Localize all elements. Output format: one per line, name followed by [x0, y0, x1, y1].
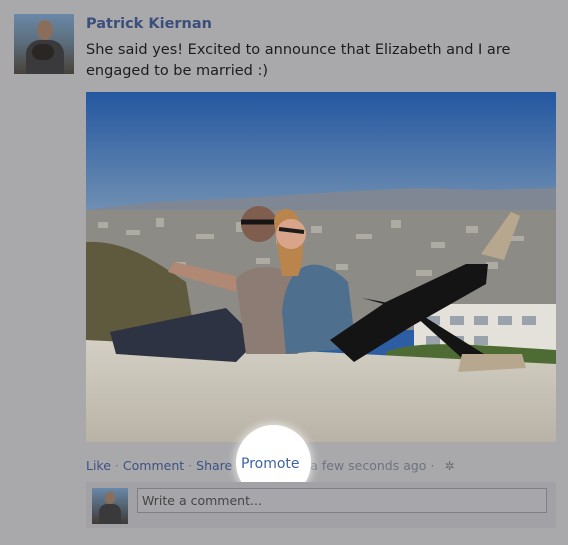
comment-link[interactable]: Comment — [123, 458, 184, 473]
author-name[interactable]: Patrick Kiernan — [86, 16, 212, 32]
gear-icon[interactable]: ✲ — [444, 459, 454, 473]
photo-image — [86, 92, 556, 442]
separator: · — [188, 458, 193, 473]
comment-bar: Write a comment... — [86, 482, 556, 528]
separator: · — [430, 458, 435, 473]
promote-link[interactable]: Promote — [241, 456, 300, 472]
separator: · — [114, 458, 119, 473]
avatar-head — [105, 492, 115, 504]
avatar-body — [99, 504, 121, 524]
author-avatar[interactable] — [14, 14, 74, 74]
share-link[interactable]: Share — [196, 458, 232, 473]
like-link[interactable]: Like — [86, 458, 111, 473]
avatar-head — [37, 20, 53, 40]
commenter-avatar — [92, 488, 128, 524]
post-photo[interactable] — [86, 92, 556, 442]
avatar-dog — [32, 44, 54, 60]
comment-input[interactable]: Write a comment... — [137, 488, 547, 513]
post-text: She said yes! Excited to announce that E… — [86, 42, 511, 79]
timestamp[interactable]: a few seconds ago — [310, 458, 426, 473]
